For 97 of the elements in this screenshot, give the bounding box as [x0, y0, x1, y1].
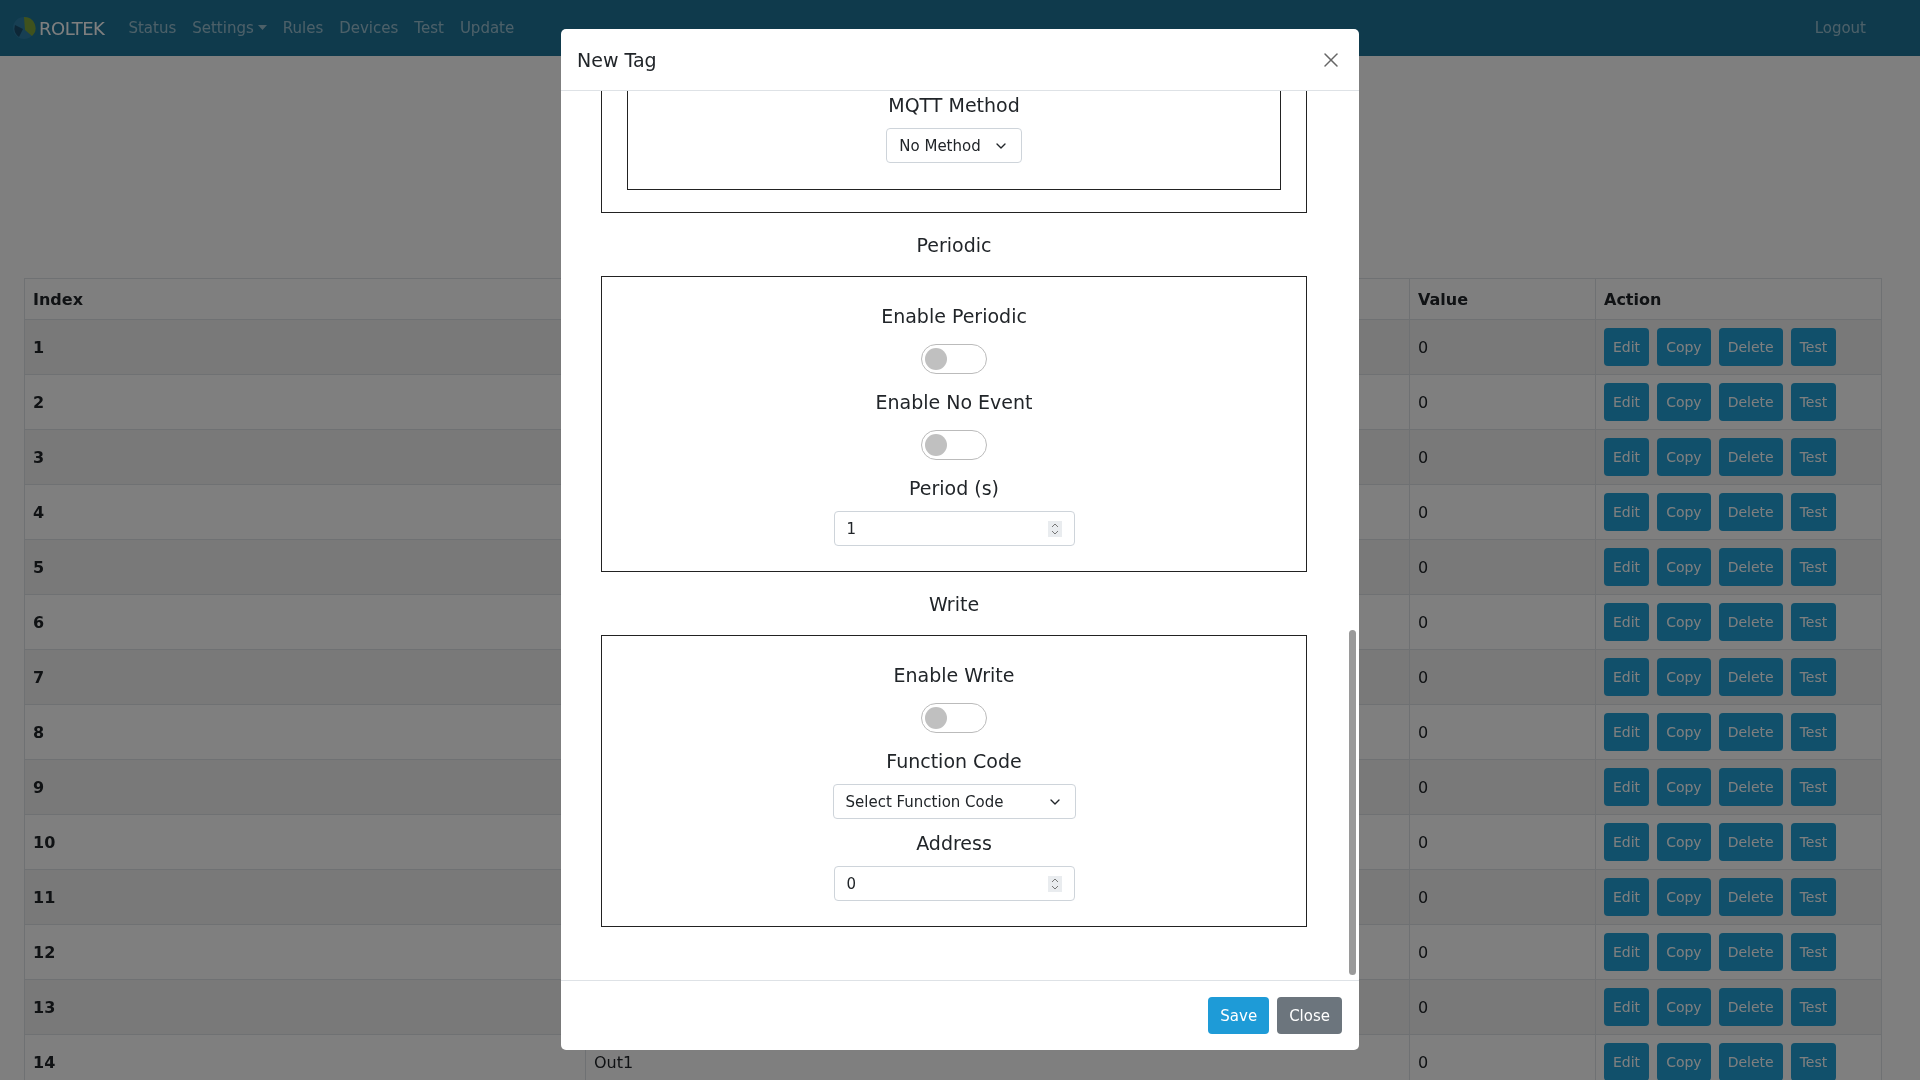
action-button[interactable]: Edit	[1604, 548, 1650, 586]
action-button[interactable]: Edit	[1604, 933, 1650, 971]
action-button[interactable]: Edit	[1604, 658, 1650, 696]
action-button[interactable]: Copy	[1657, 438, 1711, 476]
method-select[interactable]: No Method	[886, 128, 1022, 163]
action-button[interactable]: Edit	[1604, 493, 1650, 531]
table-cell: 14	[24, 1034, 586, 1080]
action-button[interactable]: Test	[1790, 548, 1837, 586]
number-input[interactable]: 1	[833, 511, 1075, 546]
action-button[interactable]: Delete	[1718, 493, 1783, 531]
logo-icon	[12, 16, 36, 40]
action-button[interactable]: Edit	[1604, 823, 1650, 861]
action-button[interactable]: Copy	[1657, 933, 1711, 971]
action-button[interactable]: Delete	[1718, 823, 1783, 861]
action-button[interactable]: Test	[1790, 383, 1837, 421]
toggle-switch[interactable]	[921, 344, 987, 374]
action-button[interactable]: Test	[1790, 878, 1837, 916]
action-button[interactable]: Copy	[1657, 768, 1711, 806]
scrollbar[interactable]	[1349, 630, 1356, 975]
footer-button[interactable]: Save	[1208, 997, 1270, 1034]
table-cell: 0	[1409, 649, 1596, 705]
table-cell: 0	[1409, 484, 1596, 540]
table-cell: 0	[1409, 594, 1596, 650]
action-button[interactable]: Delete	[1718, 713, 1783, 751]
table-cell: 0	[1409, 759, 1596, 815]
action-button[interactable]: Test	[1790, 658, 1837, 696]
action-button[interactable]: Test	[1790, 1043, 1837, 1080]
action-button[interactable]: Copy	[1657, 658, 1711, 696]
action-button[interactable]: Copy	[1657, 713, 1711, 751]
action-button[interactable]: Delete	[1718, 933, 1783, 971]
action-button[interactable]: Test	[1790, 603, 1837, 641]
action-button[interactable]: Edit	[1604, 328, 1650, 366]
field-label: MQTT Method	[888, 93, 1020, 117]
footer-button[interactable]: Close	[1277, 997, 1342, 1034]
action-button[interactable]: Delete	[1718, 328, 1783, 366]
table-cell: 0	[1409, 869, 1596, 925]
toggle-switch[interactable]	[921, 703, 987, 733]
section-heading: Write	[927, 592, 981, 616]
action-button[interactable]: Copy	[1657, 878, 1711, 916]
action-button[interactable]: Copy	[1657, 548, 1711, 586]
number-input[interactable]: 0	[833, 866, 1075, 901]
action-button[interactable]: Delete	[1718, 603, 1783, 641]
action-button[interactable]: Test	[1790, 493, 1837, 531]
action-button[interactable]: Delete	[1718, 383, 1783, 421]
action-button[interactable]: Delete	[1718, 658, 1783, 696]
field-label: Period (s)	[909, 476, 999, 500]
action-button[interactable]: Delete	[1718, 438, 1783, 476]
table-cell: 0	[1409, 979, 1596, 1035]
action-button[interactable]: Edit	[1604, 878, 1650, 916]
action-button[interactable]: Delete	[1718, 768, 1783, 806]
action-button[interactable]: Edit	[1604, 713, 1650, 751]
table-cell: 0	[1409, 429, 1596, 485]
action-button[interactable]: Copy	[1657, 823, 1711, 861]
action-button[interactable]: Test	[1790, 988, 1837, 1026]
action-button[interactable]: Test	[1790, 933, 1837, 971]
action-button[interactable]: Copy	[1657, 1043, 1711, 1080]
toggle-switch[interactable]	[921, 430, 987, 460]
action-button[interactable]: Delete	[1718, 878, 1783, 916]
field-label: Function Code	[886, 749, 1022, 773]
action-button[interactable]: Test	[1790, 768, 1837, 806]
table-cell: 0	[1409, 539, 1596, 595]
action-button[interactable]: Test	[1790, 823, 1837, 861]
action-button[interactable]: Copy	[1657, 603, 1711, 641]
action-button[interactable]: Delete	[1718, 548, 1783, 586]
table-cell: 0	[1409, 319, 1596, 375]
modal-title: New Tag	[577, 48, 657, 71]
field-label: Address	[916, 831, 992, 855]
spinner-icon[interactable]	[1047, 875, 1062, 892]
action-button[interactable]: Copy	[1657, 383, 1711, 421]
action-button[interactable]: Test	[1790, 713, 1837, 751]
function-code-select[interactable]: Select Function Code	[832, 784, 1076, 819]
action-button[interactable]: Edit	[1604, 383, 1650, 421]
table-cell: 0	[1409, 924, 1596, 980]
table-cell: 0	[1409, 814, 1596, 870]
action-button[interactable]: Edit	[1604, 1043, 1650, 1080]
column-header: Value	[1409, 278, 1596, 320]
section-heading: Periodic	[915, 233, 993, 257]
action-button[interactable]: Copy	[1657, 988, 1711, 1026]
action-button[interactable]: Test	[1790, 438, 1837, 476]
action-button[interactable]: Edit	[1604, 768, 1650, 806]
action-button[interactable]: Edit	[1604, 988, 1650, 1026]
field-label: Enable No Event	[875, 390, 1033, 414]
action-button[interactable]: Copy	[1657, 328, 1711, 366]
field-label: Enable Write	[893, 663, 1015, 687]
table-cell: 0	[1409, 1034, 1596, 1080]
action-button[interactable]: Edit	[1604, 603, 1650, 641]
action-button[interactable]: Copy	[1657, 493, 1711, 531]
brand-name[interactable]: ROLTEK	[39, 17, 105, 39]
spinner-icon[interactable]	[1047, 520, 1062, 537]
action-button[interactable]: Delete	[1718, 988, 1783, 1026]
table-cell: 0	[1409, 374, 1596, 430]
column-header: Action	[1595, 278, 1882, 320]
action-button[interactable]: Test	[1790, 328, 1837, 366]
field-label: Enable Periodic	[881, 304, 1027, 328]
action-button[interactable]: Delete	[1718, 1043, 1783, 1080]
action-button[interactable]: Edit	[1604, 438, 1650, 476]
table-cell: 0	[1409, 704, 1596, 760]
